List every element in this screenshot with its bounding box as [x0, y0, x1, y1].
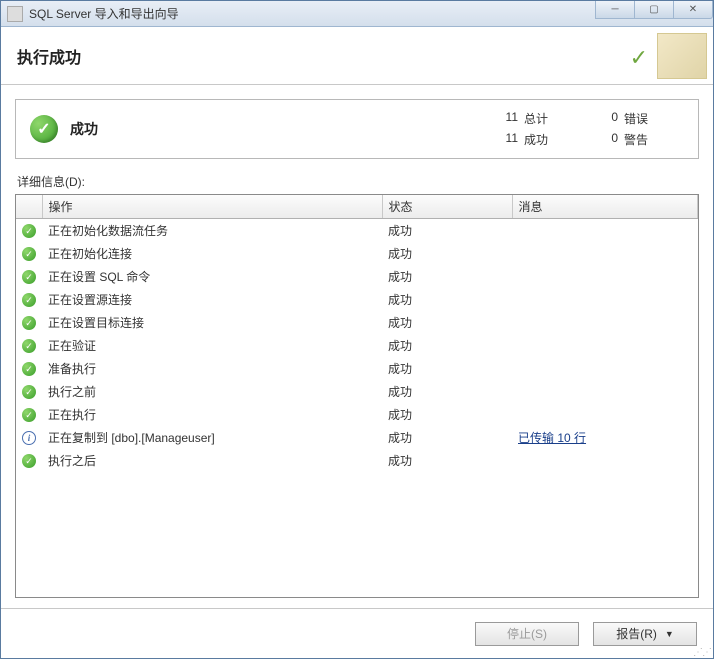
cell-message	[512, 380, 698, 403]
cell-status: 成功	[382, 449, 512, 472]
cell-status: 成功	[382, 311, 512, 334]
error-label: 错误	[624, 110, 674, 127]
cell-status: 成功	[382, 242, 512, 265]
cell-message	[512, 288, 698, 311]
cell-action: 正在执行	[42, 403, 382, 426]
success-icon: ✓	[22, 339, 36, 353]
summary-status: 成功	[70, 119, 98, 139]
close-button[interactable]: ✕	[673, 1, 713, 19]
cell-action: 执行之前	[42, 380, 382, 403]
success-icon: ✓	[22, 293, 36, 307]
success-icon: ✓	[22, 270, 36, 284]
success-icon: ✓	[22, 316, 36, 330]
col-action[interactable]: 操作	[42, 195, 382, 219]
cell-status: 成功	[382, 334, 512, 357]
summary-panel: ✓ 成功 11 总计 0 错误 11 成功 0 警告	[15, 99, 699, 159]
cell-message	[512, 265, 698, 288]
success-icon: ✓	[22, 454, 36, 468]
message-link[interactable]: 已传输 10 行	[518, 431, 586, 445]
table-row[interactable]: ✓ 执行之后成功	[16, 449, 698, 472]
summary-stats: 11 总计 0 错误 11 成功 0 警告	[490, 110, 674, 148]
window-controls: ─ ▢ ✕	[596, 1, 713, 19]
success-icon: ✓	[22, 362, 36, 376]
col-icon[interactable]	[16, 195, 42, 219]
col-status[interactable]: 状态	[382, 195, 512, 219]
titlebar[interactable]: SQL Server 导入和导出向导 ─ ▢ ✕	[1, 1, 713, 27]
stop-button[interactable]: 停止(S)	[475, 622, 579, 646]
table-row[interactable]: ✓ 正在设置源连接成功	[16, 288, 698, 311]
report-button[interactable]: 报告(R) ▼	[593, 622, 697, 646]
success-icon: ✓	[22, 385, 36, 399]
table-row[interactable]: i 正在复制到 [dbo].[Manageuser]成功已传输 10 行	[16, 426, 698, 449]
body: ✓ 成功 11 总计 0 错误 11 成功 0 警告 详细信息(D): 操作	[1, 85, 713, 608]
error-count: 0	[590, 110, 618, 127]
cell-action: 正在设置 SQL 命令	[42, 265, 382, 288]
success-icon: ✓	[22, 224, 36, 238]
cell-message	[512, 334, 698, 357]
cell-action: 准备执行	[42, 357, 382, 380]
success-icon: ✓	[22, 408, 36, 422]
page-header: 执行成功 ✓	[1, 27, 713, 85]
cell-action: 执行之后	[42, 449, 382, 472]
cell-status: 成功	[382, 380, 512, 403]
cell-status: 成功	[382, 357, 512, 380]
resize-grip[interactable]: ⋰⋰	[693, 650, 711, 656]
table-row[interactable]: ✓ 正在初始化连接成功	[16, 242, 698, 265]
table-row[interactable]: ✓ 执行之前成功	[16, 380, 698, 403]
check-icon: ✓	[630, 45, 648, 71]
warning-label: 警告	[624, 131, 674, 148]
table-row[interactable]: ✓ 正在初始化数据流任务成功	[16, 219, 698, 243]
col-message[interactable]: 消息	[512, 195, 698, 219]
cell-status: 成功	[382, 265, 512, 288]
success-icon: ✓	[22, 247, 36, 261]
details-grid[interactable]: 操作 状态 消息 ✓正在初始化数据流任务成功✓正在初始化连接成功✓正在设置 SQ…	[15, 194, 699, 598]
total-label: 总计	[524, 110, 584, 127]
cell-message	[512, 449, 698, 472]
cell-status: 成功	[382, 288, 512, 311]
wizard-window: SQL Server 导入和导出向导 ─ ▢ ✕ 执行成功 ✓ ✓ 成功 11 …	[0, 0, 714, 659]
header-row: 操作 状态 消息	[16, 195, 698, 219]
table-row[interactable]: ✓ 正在验证成功	[16, 334, 698, 357]
info-icon: i	[22, 431, 36, 445]
table-row[interactable]: ✓ 正在设置目标连接成功	[16, 311, 698, 334]
cell-status: 成功	[382, 403, 512, 426]
table-row[interactable]: ✓ 正在执行成功	[16, 403, 698, 426]
cell-status: 成功	[382, 426, 512, 449]
chevron-down-icon: ▼	[665, 629, 674, 639]
report-button-label: 报告(R)	[616, 625, 657, 642]
cell-message: 已传输 10 行	[512, 426, 698, 449]
cell-action: 正在设置源连接	[42, 288, 382, 311]
cell-status: 成功	[382, 219, 512, 243]
app-icon	[7, 6, 23, 22]
cell-message	[512, 242, 698, 265]
cell-message	[512, 311, 698, 334]
table-row[interactable]: ✓ 正在设置 SQL 命令成功	[16, 265, 698, 288]
maximize-button[interactable]: ▢	[634, 1, 674, 19]
cell-message	[512, 219, 698, 243]
success-icon: ✓	[30, 115, 58, 143]
footer: 停止(S) 报告(R) ▼ ⋰⋰	[1, 608, 713, 658]
cell-message	[512, 403, 698, 426]
cell-action: 正在设置目标连接	[42, 311, 382, 334]
cell-action: 正在验证	[42, 334, 382, 357]
success-label: 成功	[524, 131, 584, 148]
success-count: 11	[490, 131, 518, 148]
warning-count: 0	[590, 131, 618, 148]
details-label: 详细信息(D):	[17, 173, 699, 190]
stop-button-label: 停止(S)	[507, 625, 547, 642]
cell-action: 正在初始化连接	[42, 242, 382, 265]
window-title: SQL Server 导入和导出向导	[29, 5, 179, 22]
cell-action: 正在复制到 [dbo].[Manageuser]	[42, 426, 382, 449]
total-count: 11	[490, 110, 518, 127]
cell-message	[512, 357, 698, 380]
header-image	[657, 33, 707, 79]
table-row[interactable]: ✓ 准备执行成功	[16, 357, 698, 380]
page-title: 执行成功	[17, 44, 81, 68]
minimize-button[interactable]: ─	[595, 1, 635, 19]
cell-action: 正在初始化数据流任务	[42, 219, 382, 243]
